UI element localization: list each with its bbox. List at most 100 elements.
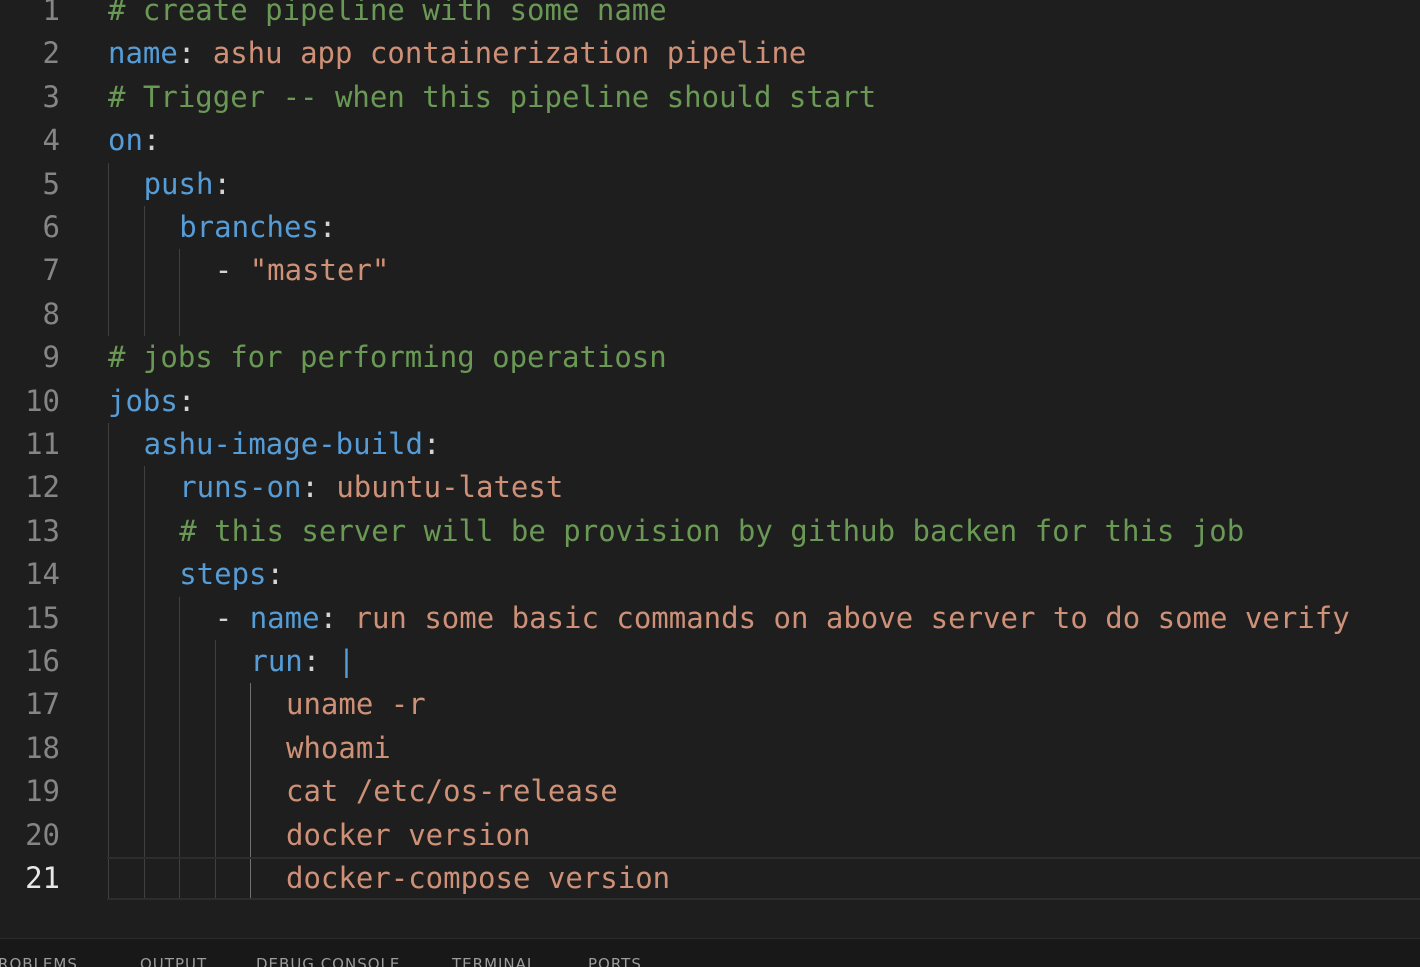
indent-guide (214, 640, 216, 684)
punctuation-token: : (302, 644, 338, 678)
indent-guide (108, 683, 109, 727)
indent-guide (108, 292, 109, 337)
indent-guide (179, 813, 181, 857)
string-token: uname -r (286, 687, 426, 722)
key-token: branches (179, 210, 319, 244)
indent-guide (179, 857, 181, 901)
string-token: ubuntu-latest (336, 470, 564, 505)
indent-guide (143, 466, 145, 510)
indent-guide (143, 206, 145, 250)
string-token: docker-compose version (286, 861, 671, 895)
code-line[interactable]: 1 # create pipeline with some name (0, 0, 1420, 32)
punctuation-token: : (318, 210, 337, 244)
indent-guide (108, 640, 109, 684)
line-code: branches: (179, 206, 336, 249)
line-code: ashu-image-build: (144, 423, 441, 466)
line-number: 18 (25, 730, 60, 765)
key-token: jobs (108, 383, 178, 418)
key-token: on (108, 123, 143, 158)
indent-guide (214, 857, 216, 901)
panel-tab-debug-console[interactable]: DEBUG CONSOLE (256, 955, 400, 967)
string-token: cat /etc/os-release (286, 774, 618, 809)
indent-guide (143, 683, 145, 727)
indent-guide (143, 292, 145, 337)
indent-guide (143, 726, 145, 771)
code-line[interactable]: 10 jobs: (0, 380, 1420, 423)
panel-tab-problems[interactable]: PROBLEMS (0, 955, 78, 967)
indent-guide (108, 162, 109, 206)
code-line[interactable]: 18 whoami (0, 726, 1420, 771)
code-editor[interactable]: 1 # create pipeline with some name 2 name: … (0, 0, 1420, 938)
code-line[interactable]: 14 steps: (0, 553, 1420, 597)
line-number: 1 (42, 0, 60, 27)
indent-guide (250, 813, 252, 857)
indent-guide (143, 813, 145, 857)
code-line[interactable]: 15 - name: run some basic commands on abo… (0, 596, 1420, 640)
code-line[interactable]: 12 runs-on: ubuntu-latest (0, 466, 1420, 510)
string-token: "master" (249, 253, 390, 288)
code-line[interactable]: 11 ashu-image-build: (0, 423, 1420, 467)
code-line[interactable]: 21 docker-compose version (0, 857, 1420, 901)
line-number: 10 (25, 383, 60, 418)
code-line[interactable]: 6 branches: (0, 206, 1420, 250)
string-token: docker version (286, 817, 531, 852)
indent-guide (179, 770, 181, 814)
string-token: ashu app containerization pipeline (212, 36, 807, 71)
code-line[interactable]: 2 name: ashu app containerization pipelin… (0, 32, 1420, 75)
indent-guide (179, 292, 181, 337)
code-line[interactable]: 3 # Trigger -- when this pipeline should … (0, 76, 1420, 119)
punctuation-token: - (214, 253, 250, 288)
line-code: push: (144, 163, 231, 206)
panel-tab-terminal[interactable]: TERMINAL (452, 955, 536, 967)
indent-guide (108, 206, 109, 250)
line-code: docker version (286, 814, 530, 857)
panel-tab-ports[interactable]: PORTS (588, 955, 642, 967)
code-line[interactable]: 16 run: | (0, 640, 1420, 684)
code-line[interactable]: 4 on: (0, 119, 1420, 162)
code-line[interactable]: 9 # jobs for performing operatiosn (0, 336, 1420, 379)
indent-guide (108, 813, 109, 857)
indent-guide (214, 726, 216, 771)
line-code: cat /etc/os-release (286, 770, 618, 813)
line-number: 6 (42, 210, 60, 244)
indent-guide (108, 553, 109, 597)
code-line[interactable]: 8 (0, 292, 1420, 337)
indent-guide (143, 770, 145, 814)
comment-token: # jobs for performing operatiosn (108, 340, 667, 375)
code-line[interactable]: 17 uname -r (0, 683, 1420, 727)
panel-tab-output[interactable]: OUTPUT (140, 955, 207, 967)
line-number: 7 (42, 253, 60, 288)
indent-guide (179, 596, 181, 640)
indent-guide (143, 509, 145, 554)
code-line[interactable]: 20 docker version (0, 813, 1420, 857)
code-line[interactable]: 5 push: (0, 162, 1420, 206)
line-number: 2 (42, 36, 60, 71)
bottom-panel-tabs: PROBLEMS OUTPUT DEBUG CONSOLE TERMINAL PORTS (0, 938, 1420, 967)
code-line[interactable]: 19 cat /etc/os-release (0, 770, 1420, 814)
line-number: 12 (25, 470, 60, 505)
line-code: - name: run some basic commands on above… (215, 597, 1350, 640)
key-token: steps (179, 557, 267, 592)
line-number: 3 (42, 79, 60, 114)
comment-token: # create pipeline with some name (108, 0, 667, 27)
code-line[interactable]: 13 # this server will be provision by git… (0, 509, 1420, 554)
code-line[interactable]: 7 - "master" (0, 249, 1420, 293)
key-token: push (143, 166, 214, 201)
key-token: name (108, 36, 178, 71)
indent-guide (108, 249, 109, 293)
line-code: jobs: (108, 380, 195, 423)
line-number: 11 (25, 427, 60, 461)
indent-guide (250, 726, 252, 771)
line-code: whoami (286, 727, 391, 770)
punctuation-token: - (214, 600, 250, 635)
indent-guide (108, 857, 109, 901)
line-code: docker-compose version (286, 857, 670, 900)
line-code: # this server will be provision by githu… (179, 510, 1244, 553)
line-number: 15 (25, 600, 60, 635)
line-code: name: ashu app containerization pipeline (108, 32, 806, 75)
line-number: 19 (25, 774, 60, 809)
line-number: 8 (42, 296, 60, 331)
punctuation-token: : (422, 427, 441, 461)
indent-guide (143, 596, 145, 640)
indent-guide (179, 249, 181, 293)
